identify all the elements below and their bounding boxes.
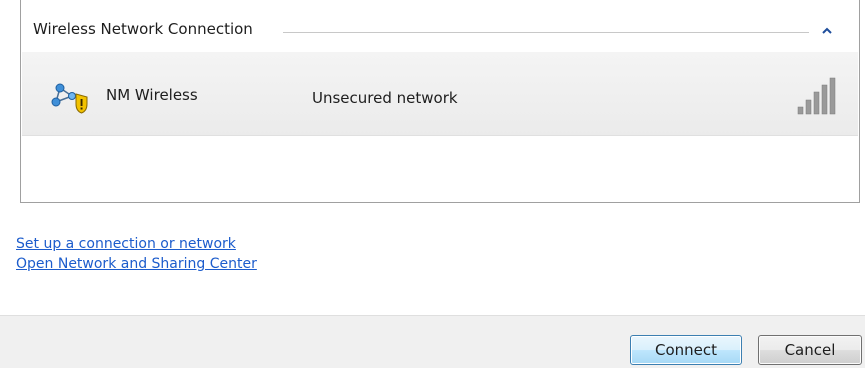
cancel-button[interactable]: Cancel: [758, 335, 862, 365]
group-header: Wireless Network Connection: [21, 0, 859, 48]
setup-connection-link[interactable]: Set up a connection or network: [16, 234, 257, 254]
unsecured-network-icon: [51, 83, 88, 114]
group-divider: [283, 32, 809, 33]
network-security-status: Unsecured network: [312, 89, 458, 107]
signal-bar: [821, 84, 828, 115]
group-title: Wireless Network Connection: [33, 20, 253, 38]
signal-bar: [829, 77, 836, 115]
network-item[interactable]: NM Wireless Unsecured network: [22, 52, 858, 136]
network-list-panel: Wireless Network Connection NM Wireless …: [20, 0, 860, 203]
network-sharing-center-link[interactable]: Open Network and Sharing Center: [16, 254, 257, 274]
chevron-up-icon: [822, 27, 832, 34]
signal-strength-icon: [797, 77, 836, 115]
signal-bar: [813, 91, 820, 115]
collapse-button[interactable]: [819, 22, 835, 38]
signal-bar: [805, 99, 812, 115]
dialog-footer: Connect Cancel: [0, 315, 865, 368]
link-list: Set up a connection or network Open Netw…: [16, 234, 257, 274]
network-name: NM Wireless: [106, 86, 198, 104]
signal-bar: [797, 106, 804, 115]
connect-button[interactable]: Connect: [630, 335, 742, 365]
